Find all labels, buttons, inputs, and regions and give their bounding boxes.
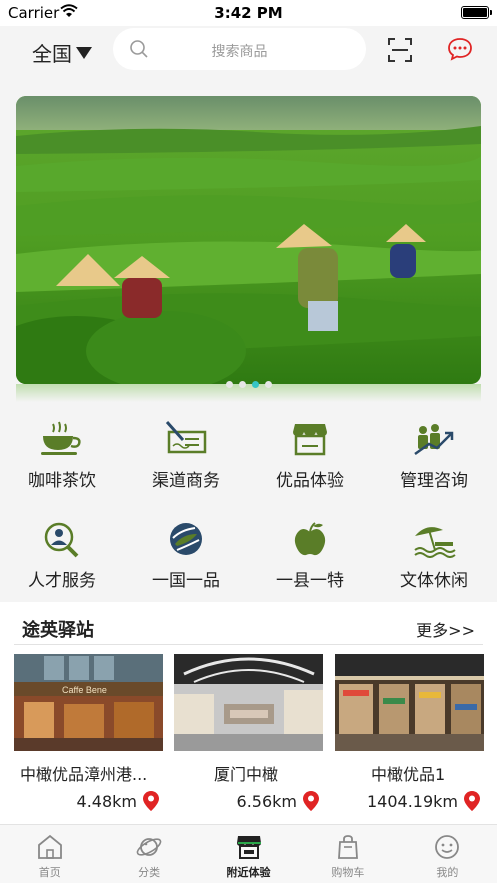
banner-carousel[interactable] [16,96,481,384]
tab-label: 分类 [138,866,161,879]
tab-category[interactable]: 分类 [99,825,198,883]
region-label: 全国 [32,42,72,66]
section-title: 途英驿站 [22,620,94,641]
category-label: 人才服务 [28,571,96,591]
station-photo: Caffe Bene [14,654,163,751]
shopping-bag-icon [337,835,358,859]
tab-label: 购物车 [331,866,365,879]
store-icon [293,424,327,456]
growth-chart-icon [414,424,454,456]
banner-image [16,96,481,384]
station-distance: 4.48km [76,791,137,811]
globe-logo-icon [170,523,202,555]
talent-search-icon [44,522,79,558]
carousel-dot[interactable] [264,381,272,388]
category-grid: 咖啡茶饮 渠道商务 优品体验 管理咨询 人才服务 一国一品 一县一特 文体休闲 [0,410,497,600]
tab-label: 附近体验 [226,866,271,879]
region-selector[interactable]: 全国 [32,38,92,67]
station-section: 途英驿站 更多>> Caffe Bene 中橄优品漳州港... 4.48km 厦… [0,602,497,824]
tab-nearby[interactable]: 附近体验 [199,825,298,883]
station-name: 厦门中橄 [214,765,279,784]
station-distance: 1404.19km [366,791,458,811]
tab-cart[interactable]: 购物车 [298,825,397,883]
location-pin-icon [464,791,480,811]
category-label: 文体休闲 [400,571,468,591]
tab-bar: 首页 分类 附近体验 购物车 我的 [0,824,497,883]
planet-icon [136,838,162,856]
carousel-dot[interactable] [238,381,246,388]
location-pin-icon [303,791,319,811]
category-one-county-specialty[interactable]: 一县一特 [248,520,372,591]
station-card[interactable]: Caffe Bene 中橄优品漳州港... 4.48km [14,654,163,811]
station-card[interactable]: 中橄优品1 1404.19km [335,654,484,811]
category-coffee-tea[interactable]: 咖啡茶饮 [0,420,124,491]
location-pin-icon [143,791,159,811]
station-name: 中橄优品1 [371,765,446,784]
carousel-dot[interactable] [225,381,233,388]
nearby-store-icon [236,836,261,859]
clock: 3:42 PM [214,4,283,22]
category-premium-experience[interactable]: 优品体验 [248,420,372,491]
carousel-dot-active[interactable] [251,381,259,388]
more-link[interactable]: 更多>> [416,617,475,641]
category-label: 一国一品 [152,571,220,591]
tab-mine[interactable]: 我的 [398,825,497,883]
signature-card-icon [165,421,207,454]
top-bar: 全国 搜索商品 [0,26,497,78]
smiley-icon [435,835,460,859]
tab-label: 我的 [436,866,459,879]
battery-icon [461,6,492,19]
message-icon[interactable] [447,37,473,61]
category-channel-business[interactable]: 渠道商务 [124,420,248,491]
category-label: 一县一特 [276,571,344,591]
category-label: 咖啡茶饮 [28,471,96,491]
category-management-consulting[interactable]: 管理咨询 [372,420,496,491]
leisure-icon [414,527,456,558]
station-photo [335,654,484,751]
station-photo [174,654,323,751]
station-card[interactable]: 厦门中橄 6.56km [174,654,323,811]
tab-label: 首页 [38,866,61,879]
status-bar: Carrier 3:42 PM [0,0,497,26]
tab-home[interactable]: 首页 [0,825,99,883]
scan-icon[interactable] [388,38,412,62]
station-name: 中橄优品漳州港... [20,765,148,784]
category-label: 渠道商务 [152,471,220,491]
cafe-sign-text: Caffe Bene [62,685,107,695]
search-placeholder: 搜索商品 [211,44,268,60]
dropdown-triangle-icon [76,46,92,59]
home-icon [37,834,62,859]
station-distance: 6.56km [236,791,297,811]
category-label: 优品体验 [276,471,344,491]
station-distance-row: 6.56km [174,791,323,811]
coffee-cup-icon [41,421,81,455]
station-distance-row: 1404.19km [335,791,484,811]
category-label: 管理咨询 [400,471,468,491]
carousel-indicator [0,381,497,388]
apple-icon [294,522,326,556]
station-distance-row: 4.48km [14,791,163,811]
category-one-country-one-product[interactable]: 一国一品 [124,520,248,591]
category-culture-leisure[interactable]: 文体休闲 [372,520,496,591]
category-talent-services[interactable]: 人才服务 [0,520,124,591]
divider [14,644,483,645]
search-bar[interactable]: 搜索商品 [113,28,366,70]
